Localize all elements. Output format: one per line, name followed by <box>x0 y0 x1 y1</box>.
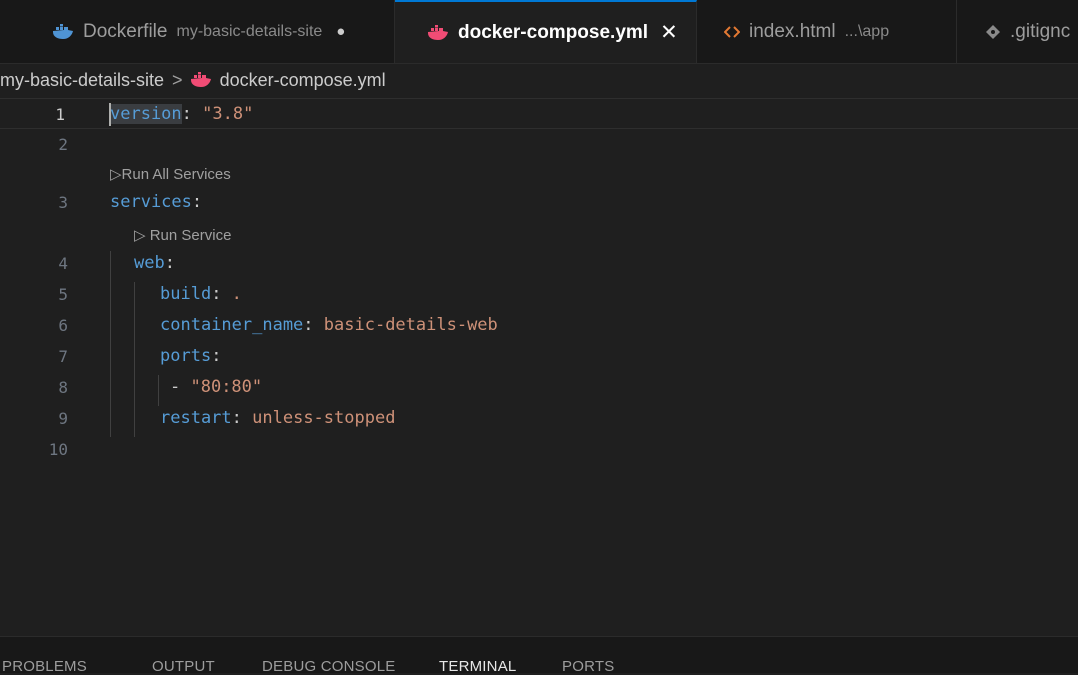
colon: : <box>164 253 175 273</box>
close-icon[interactable]: ✕ <box>660 20 678 45</box>
editor-tab-bar: Dockerfile my-basic-details-site ● docke… <box>0 0 1078 64</box>
selected-key: version <box>110 104 182 124</box>
colon: : <box>191 192 203 212</box>
string-value: basic-details-web <box>323 315 498 335</box>
yaml-key: build <box>160 284 212 304</box>
tab-output[interactable]: OUTPUT <box>152 658 215 675</box>
tab-gitignore[interactable]: .gitignc <box>957 0 1078 63</box>
code-editor[interactable]: 1 version: "3.8" 2 ▷Run All Services 3 s… <box>0 96 1078 636</box>
code-line: 1 version: "3.8" <box>0 98 1078 129</box>
code-text: version: "3.8" <box>110 99 253 130</box>
code-line: 5 build: . <box>0 279 1078 310</box>
code-line: 3 services: <box>0 187 1078 218</box>
breadcrumb: my-basic-details-site > docker-compose.y… <box>0 64 1078 96</box>
line-number: 3 <box>58 193 68 212</box>
breadcrumb-separator: > <box>172 69 183 90</box>
colon: : <box>303 315 324 335</box>
text-cursor <box>109 103 111 126</box>
git-icon <box>985 24 1001 40</box>
code-text: ports: <box>160 341 221 372</box>
string-value: unless-stopped <box>252 408 396 428</box>
colon: : <box>231 408 253 428</box>
tab-ports[interactable]: PORTS <box>562 658 614 675</box>
code-text: restart: unless-stopped <box>160 403 395 434</box>
line-number: 6 <box>58 316 68 335</box>
tab-label: index.html <box>749 20 836 42</box>
yaml-key: container_name <box>160 315 304 335</box>
line-number: 9 <box>58 409 68 428</box>
tab-docker-compose[interactable]: docker-compose.yml ✕ <box>395 0 697 63</box>
colon: : <box>181 104 203 124</box>
colon: : <box>211 284 232 304</box>
line-number: 2 <box>58 135 68 154</box>
tab-description: ...\app <box>844 22 890 40</box>
tab-problems[interactable]: PROBLEMS <box>2 658 87 675</box>
tab-description: my-basic-details-site <box>176 22 323 40</box>
bottom-panel: PROBLEMS OUTPUT DEBUG CONSOLE TERMINAL P… <box>0 636 1078 675</box>
line-number: 10 <box>48 440 68 459</box>
line-number: 5 <box>58 285 68 304</box>
breadcrumb-folder[interactable]: my-basic-details-site <box>0 70 164 91</box>
line-number: 8 <box>58 378 68 397</box>
string-value: "3.8" <box>202 104 254 124</box>
tab-label: .gitignc <box>1010 20 1071 42</box>
line-number: 1 <box>55 105 65 124</box>
code-line: 10 <box>0 434 1078 465</box>
tab-dockerfile[interactable]: Dockerfile my-basic-details-site ● <box>0 0 395 63</box>
tab-index-html[interactable]: index.html ...\app <box>697 0 957 63</box>
yaml-key: restart <box>160 408 232 428</box>
code-text: container_name: basic-details-web <box>160 310 498 341</box>
unsaved-dot-icon[interactable]: ● <box>336 23 345 40</box>
code-text: services: <box>110 187 202 218</box>
code-line: 2 <box>0 129 1078 160</box>
breadcrumb-file[interactable]: docker-compose.yml <box>220 70 386 91</box>
html-icon <box>724 25 740 39</box>
yaml-key: ports <box>160 346 212 366</box>
tab-terminal[interactable]: TERMINAL <box>439 658 516 675</box>
tab-label: docker-compose.yml <box>458 21 649 43</box>
string-value: . <box>231 284 242 304</box>
code-line: 7 ports: <box>0 341 1078 372</box>
code-text: - "80:80" <box>170 372 262 403</box>
line-number: 4 <box>58 254 68 273</box>
yaml-key: web <box>134 253 165 273</box>
code-line: 4 web: <box>0 248 1078 279</box>
docker-whale-icon <box>427 24 449 41</box>
code-line: 6 container_name: basic-details-web <box>0 310 1078 341</box>
code-line: 8 - "80:80" <box>0 372 1078 403</box>
line-number: 7 <box>58 347 68 366</box>
yaml-key: services <box>110 192 192 212</box>
code-line: 9 restart: unless-stopped <box>0 403 1078 434</box>
code-text: web: <box>134 248 175 279</box>
colon: : <box>211 346 222 366</box>
tab-debug-console[interactable]: DEBUG CONSOLE <box>262 658 395 675</box>
list-dash: - <box>170 377 191 397</box>
docker-whale-icon <box>52 23 74 40</box>
docker-whale-icon <box>190 72 212 88</box>
code-text: build: . <box>160 279 242 310</box>
run-service-link[interactable]: ▷ Run Service <box>134 220 231 251</box>
tab-label: Dockerfile <box>83 20 168 42</box>
run-all-services-link[interactable]: ▷Run All Services <box>110 159 231 190</box>
string-value: "80:80" <box>190 377 263 397</box>
